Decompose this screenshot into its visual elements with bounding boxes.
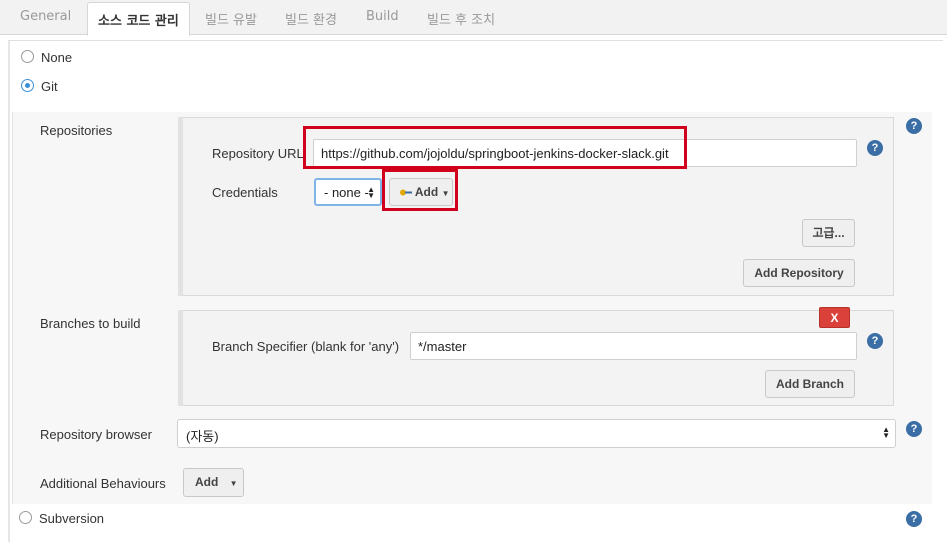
add-behaviour-label: Add — [195, 475, 219, 489]
credentials-select[interactable]: - none - ▲ ▼ — [314, 178, 382, 206]
tab-build[interactable]: Build — [366, 9, 399, 24]
advanced-button[interactable]: 고급... — [802, 219, 855, 247]
additional-behaviours-label: Additional Behaviours — [40, 476, 166, 491]
branch-specifier-input[interactable]: */master — [410, 332, 857, 360]
add-branch-button[interactable]: Add Branch — [765, 370, 855, 398]
delete-branch-button[interactable]: X — [819, 307, 850, 328]
subversion-help-icon[interactable]: ? — [906, 511, 922, 527]
tab-general[interactable]: General — [20, 9, 71, 24]
tab-build-triggers[interactable]: 빌드 유발 — [205, 9, 257, 28]
credentials-select-value: - none - — [324, 185, 369, 200]
select-arrows-icon: ▲ ▼ — [367, 185, 375, 200]
config-tab-bar: General 소스 코드 관리 빌드 유발 빌드 환경 Build 빌드 후 … — [0, 0, 947, 36]
repositories-help-icon[interactable]: ? — [906, 118, 922, 134]
radio-none[interactable] — [21, 50, 34, 63]
repositories-label: Repositories — [40, 123, 113, 138]
repository-url-label: Repository URL — [212, 146, 304, 161]
tab-build-environment[interactable]: 빌드 환경 — [285, 9, 337, 28]
tab-source-code-management[interactable]: 소스 코드 관리 — [87, 2, 190, 36]
add-credentials-highlight-box — [382, 169, 458, 211]
add-behaviour-button[interactable]: Add ▼ — [183, 468, 244, 497]
branches-label: Branches to build — [40, 316, 141, 331]
radio-git[interactable] — [21, 79, 34, 92]
branch-specifier-help-icon[interactable]: ? — [867, 333, 883, 349]
radio-subversion[interactable] — [19, 511, 32, 524]
dropdown-caret-icon: ▼ — [229, 479, 238, 488]
repository-browser-label: Repository browser — [40, 427, 152, 442]
repository-browser-select[interactable]: (자동) ▲ ▼ — [177, 419, 896, 448]
radio-git-label[interactable]: Git — [41, 79, 58, 94]
radio-none-label[interactable]: None — [41, 50, 72, 65]
add-repository-button[interactable]: Add Repository — [743, 259, 855, 287]
repository-browser-help-icon[interactable]: ? — [906, 421, 922, 437]
repository-browser-value: (자동) — [186, 429, 219, 444]
repository-url-help-icon[interactable]: ? — [867, 140, 883, 156]
credentials-label: Credentials — [212, 185, 278, 200]
tab-post-build-actions[interactable]: 빌드 후 조치 — [427, 9, 495, 28]
url-highlight-box — [303, 126, 687, 169]
branch-specifier-label: Branch Specifier (blank for 'any') — [212, 339, 400, 354]
select-arrows-icon: ▲ ▼ — [882, 425, 890, 440]
radio-subversion-label[interactable]: Subversion — [39, 511, 104, 526]
